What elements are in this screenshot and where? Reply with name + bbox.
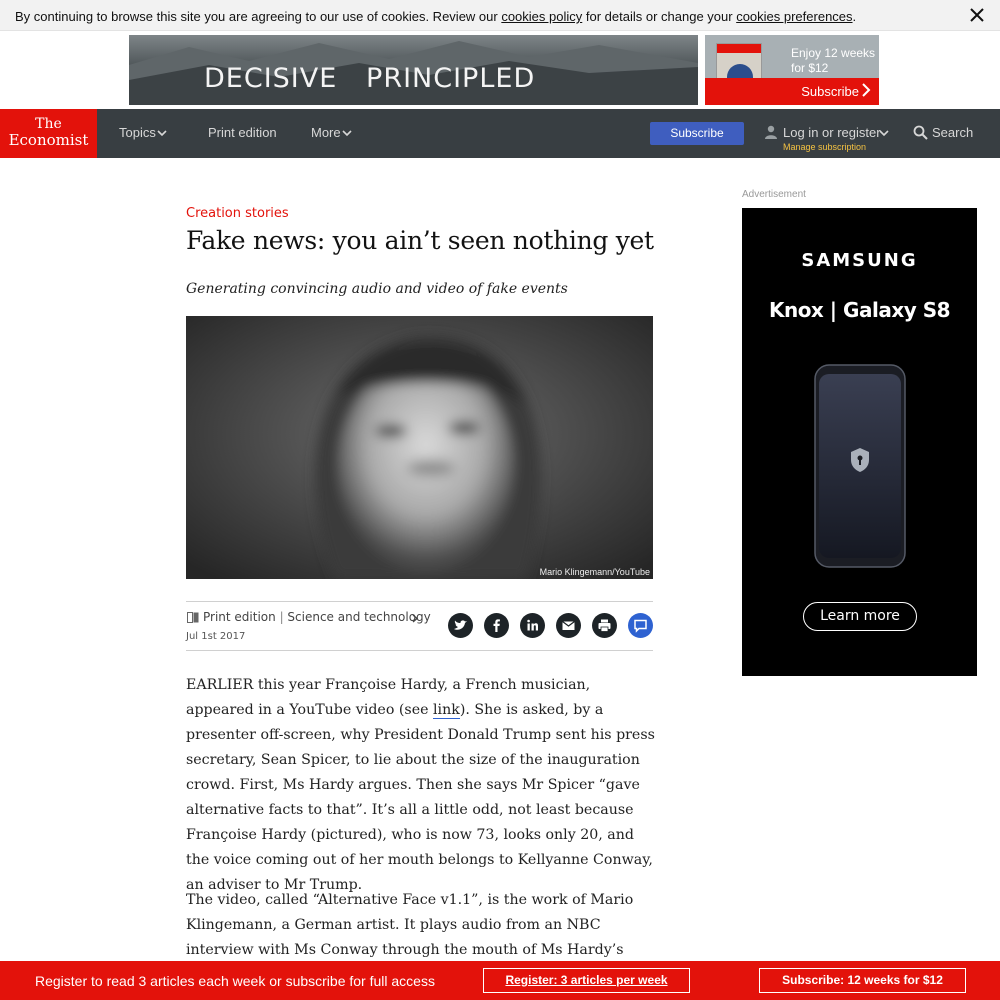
cookie-text-after: . (852, 9, 857, 24)
ad-brand: SAMSUNG (801, 250, 918, 271)
article-headline: Fake news: you ain’t seen nothing yet (186, 226, 654, 255)
print-edition-link[interactable]: Print edition (203, 610, 276, 624)
chevron-down-icon[interactable] (879, 130, 889, 137)
register-button[interactable]: Register: 3 articles per week (483, 968, 690, 993)
cookie-message: By continuing to browse this site you ar… (15, 9, 856, 24)
blurred-face-photo (186, 316, 653, 579)
promo-subscribe-button[interactable]: Subscribe (801, 84, 859, 99)
banner-ad[interactable]: DECISIVE PRINCIPLED (129, 35, 698, 105)
learn-more-button[interactable]: Learn more (803, 602, 917, 631)
email-icon[interactable] (556, 613, 581, 638)
print-edition-icon (187, 612, 199, 623)
article-rubric: Generating convincing audio and video of… (186, 281, 568, 297)
login-register-link[interactable]: Log in or register (783, 125, 881, 140)
video-link[interactable]: link (433, 702, 460, 719)
cookies-policy-link[interactable]: cookies policy (501, 9, 582, 24)
cookie-text-before: By continuing to browse this site you ar… (15, 9, 502, 24)
cover-masthead (717, 44, 761, 53)
logo-the: The (35, 116, 62, 132)
main-navigation: The Economist Topics Print edition More … (0, 109, 1000, 158)
advertisement-label: Advertisement (742, 189, 806, 200)
register-bar: Register to read 3 articles each week or… (0, 961, 1000, 1000)
economist-logo[interactable]: The Economist (0, 109, 97, 158)
cookie-bar: By continuing to browse this site you ar… (0, 0, 1000, 31)
chevron-down-icon[interactable] (157, 130, 167, 137)
article-date: Jul 1st 2017 (186, 631, 246, 642)
nav-print-edition[interactable]: Print edition (208, 125, 277, 140)
register-message: Register to read 3 articles each week or… (35, 973, 435, 989)
image-credit: Mario Klingemann/YouTube (539, 567, 650, 577)
nav-more[interactable]: More (311, 125, 341, 140)
linkedin-icon[interactable] (520, 613, 545, 638)
comment-icon[interactable] (628, 613, 653, 638)
chevron-right-icon (412, 614, 418, 623)
paragraph-1-text-b: ). She is asked, by a presenter off-scre… (186, 702, 655, 893)
section-breadcrumb: Print edition | Science and technology (203, 610, 431, 624)
science-technology-link[interactable]: Science and technology (287, 610, 430, 624)
subscription-promo-ad[interactable]: Enjoy 12 weeks for $12 Subscribe (705, 35, 879, 105)
article-paragraph-1: EARLIER this year Françoise Hardy, a Fre… (186, 673, 656, 898)
meta-divider-top (186, 601, 653, 602)
manage-subscription-link[interactable]: Manage subscription (783, 142, 866, 152)
article-flytitle[interactable]: Creation stories (186, 206, 289, 221)
article-hero-image: Mario Klingemann/YouTube (186, 316, 653, 579)
banner-slogan: DECISIVE PRINCIPLED (204, 63, 536, 94)
subscribe-offer-button[interactable]: Subscribe: 12 weeks for $12 (759, 968, 966, 993)
print-icon[interactable] (592, 613, 617, 638)
twitter-icon[interactable] (448, 613, 473, 638)
facebook-icon[interactable] (484, 613, 509, 638)
close-icon[interactable] (968, 6, 986, 24)
phone-image (814, 364, 906, 568)
search-icon[interactable] (913, 125, 928, 140)
logo-economist: Economist (8, 131, 89, 149)
ad-product: Knox | Galaxy S8 (768, 298, 951, 322)
search-link[interactable]: Search (932, 125, 973, 140)
chevron-right-icon (862, 83, 871, 97)
subscribe-button[interactable]: Subscribe (650, 122, 744, 145)
user-icon[interactable] (764, 125, 778, 139)
cookies-preferences-link[interactable]: cookies preferences (736, 9, 852, 24)
promo-offer-text: Enjoy 12 weeks for $12 (791, 46, 876, 75)
cookie-text-middle: for details or change your (582, 9, 737, 24)
meta-divider-bottom (186, 650, 653, 651)
section-separator: | (275, 610, 288, 624)
samsung-side-ad[interactable]: SAMSUNG Knox | Galaxy S8 Learn more (742, 208, 977, 676)
nav-topics[interactable]: Topics (119, 125, 156, 140)
chevron-down-icon[interactable] (342, 130, 352, 137)
